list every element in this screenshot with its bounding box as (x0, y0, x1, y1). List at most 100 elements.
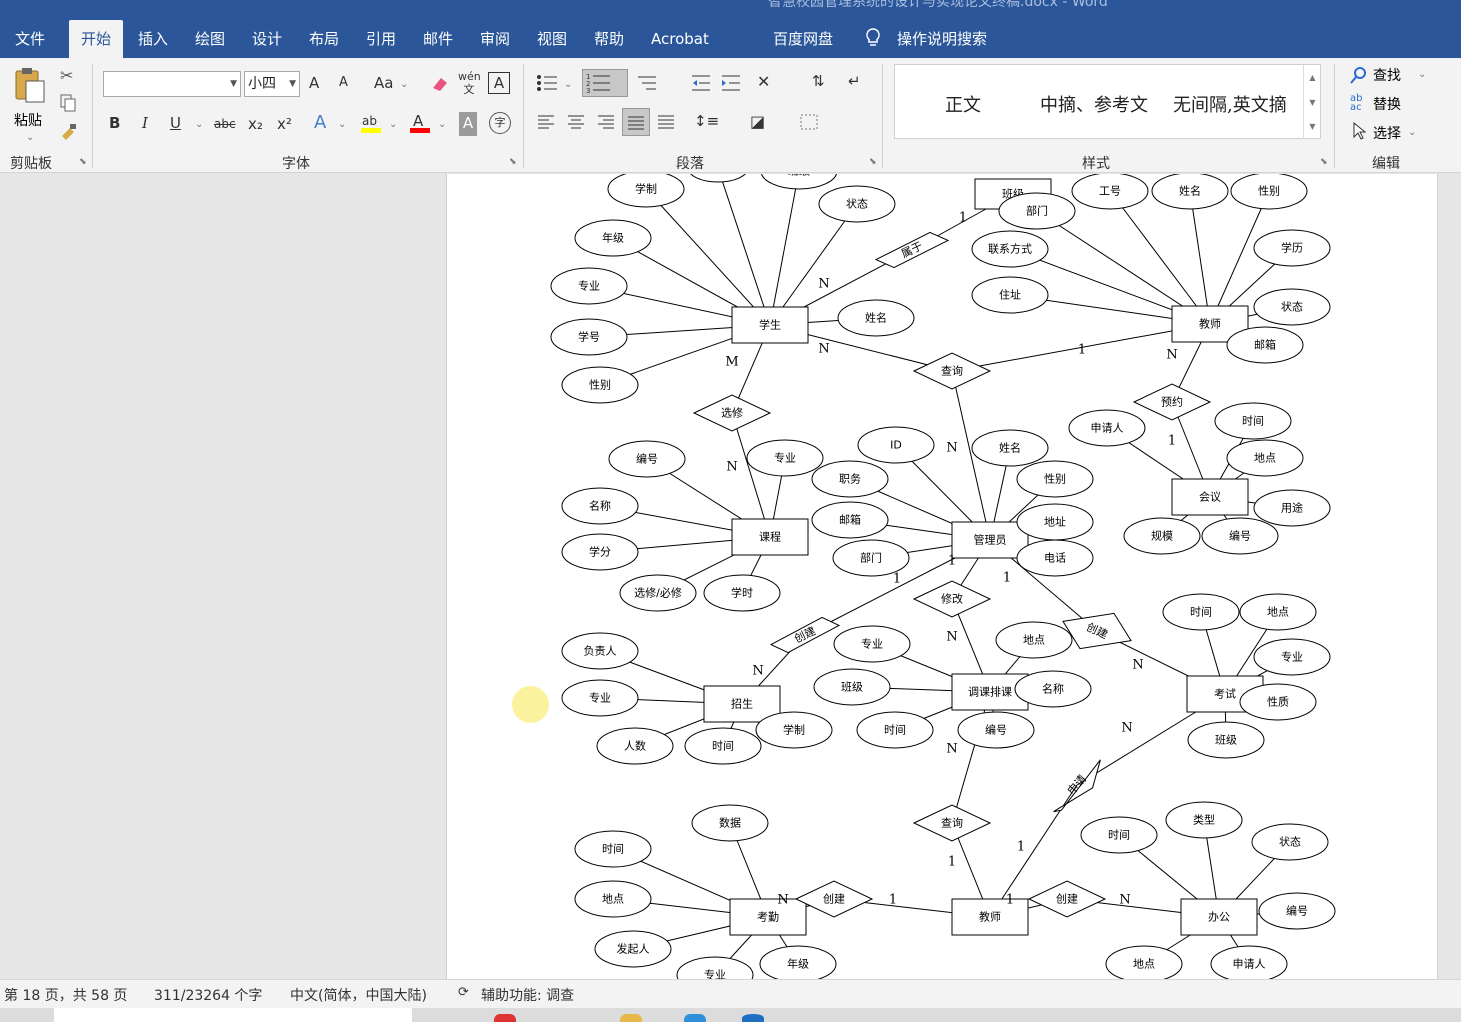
line-spacing-icon[interactable]: ↕≡ (694, 112, 719, 130)
connector-line (731, 412, 771, 538)
attribute-label: 名称 (1042, 682, 1064, 696)
borders-icon[interactable] (800, 114, 818, 134)
format-painter-icon[interactable] (60, 122, 78, 144)
chevron-down-icon: ▼ (289, 79, 296, 89)
decrease-indent-icon[interactable] (690, 74, 712, 96)
font-name-combo[interactable]: ▼ (103, 71, 241, 97)
shrink-font-button[interactable]: A (339, 72, 348, 96)
tab-draw[interactable]: 绘图 (183, 20, 237, 58)
sort-icon[interactable]: ⇅ (812, 72, 825, 90)
show-marks-icon[interactable]: ↵ (848, 72, 861, 90)
enclose-characters-button[interactable]: 字 (489, 112, 511, 134)
taskbar-app-icon[interactable] (684, 1014, 706, 1022)
taskbar-folder-icon[interactable] (620, 1014, 642, 1022)
language-indicator[interactable]: 中文(简体，中国大陆) (290, 985, 427, 1005)
page-count[interactable]: 第 18 页，共 58 页 (4, 985, 127, 1005)
style-no-spacing[interactable]: 无间隔,英文摘 (1173, 91, 1287, 117)
taskbar-app-icon[interactable] (494, 1014, 516, 1022)
grow-font-button[interactable]: A (309, 72, 319, 96)
word-count[interactable]: 311/23264 个字 (154, 985, 262, 1005)
er-attribute: 地点 (995, 621, 1073, 659)
phonetic-guide-button[interactable]: wén文 (458, 70, 481, 96)
tab-design[interactable]: 设计 (240, 20, 294, 58)
font-color-icon[interactable]: A (409, 112, 431, 138)
numbering-icon[interactable]: 123 (582, 69, 628, 97)
attribute-label: 地址 (1044, 515, 1066, 529)
superscript-button[interactable]: x² (277, 113, 292, 137)
tab-references[interactable]: 引用 (354, 20, 408, 58)
accessibility-status[interactable]: 辅助功能: 调查 (481, 985, 574, 1005)
attribute-label: 部门 (1026, 204, 1048, 218)
tab-acrobat[interactable]: Acrobat (639, 20, 721, 58)
font-launcher-icon[interactable]: ⬊ (509, 157, 517, 167)
er-attribute: 时间 (684, 727, 762, 765)
svg-text:ab: ab (362, 114, 377, 128)
tab-help[interactable]: 帮助 (582, 20, 636, 58)
tell-me-search[interactable]: 操作说明搜索 (885, 20, 999, 58)
paste-button[interactable]: 粘贴 ⌄ (8, 64, 52, 146)
attribute-label: 发起人 (617, 942, 650, 956)
copy-icon[interactable] (60, 94, 76, 116)
italic-button[interactable]: I (142, 112, 148, 136)
chinese-layout-icon[interactable]: ✕ (757, 72, 770, 91)
styles-scroll-down-icon[interactable]: ▼ (1303, 90, 1321, 115)
cardinality-label: 1 (959, 211, 967, 226)
font-size-combo[interactable]: 小四 ▼ (244, 71, 300, 97)
bullets-icon[interactable] (536, 74, 558, 96)
relationship-label: 预约 (1161, 396, 1183, 409)
er-attribute: 地点 (574, 880, 652, 918)
taskbar-browser-icon[interactable] (742, 1014, 764, 1022)
change-case-button[interactable]: Aa (374, 72, 393, 96)
cut-icon[interactable]: ✂ (60, 66, 73, 85)
tab-view[interactable]: 视图 (525, 20, 579, 58)
tab-layout[interactable]: 布局 (297, 20, 351, 58)
align-center-icon[interactable] (567, 114, 585, 134)
tab-insert[interactable]: 插入 (126, 20, 180, 58)
document-area[interactable]: 班级 学生 教师 课程 管理员 会议 招生 调课排课 考试 考勤 教师 办公 属于 查询 选修 预约 修改 创建创… (0, 174, 1461, 979)
relationship-label: 修改 (941, 592, 963, 606)
styles-launcher-icon[interactable]: ⬊ (1320, 157, 1328, 167)
increase-indent-icon[interactable] (720, 74, 742, 96)
attribute-label: 状态 (1279, 835, 1301, 849)
tab-mailings[interactable]: 邮件 (411, 20, 465, 58)
character-shading-button[interactable]: A (459, 112, 477, 136)
justify-icon[interactable] (622, 108, 650, 136)
text-effects-button[interactable]: A (314, 112, 326, 136)
styles-more-icon[interactable]: ▼ (1303, 115, 1321, 139)
style-abstract-refs[interactable]: 中摘、参考文 (1040, 91, 1148, 117)
distributed-icon[interactable] (657, 114, 675, 134)
highlight-icon[interactable]: ab (360, 112, 382, 138)
clear-formatting-icon[interactable] (430, 74, 450, 96)
er-attribute: 规模 (1123, 517, 1201, 555)
character-border-button[interactable]: A (488, 72, 510, 94)
er-attribute: 班级 (761, 174, 837, 190)
strikethrough-button[interactable]: abc (214, 113, 236, 137)
tab-baidu-netdisk[interactable]: 百度网盘 (761, 20, 845, 58)
er-attribute: 专业 (676, 956, 754, 979)
paragraph-launcher-icon[interactable]: ⬊ (869, 157, 877, 167)
taskbar-search-box[interactable] (54, 1008, 412, 1022)
find-label: 查找 (1373, 68, 1401, 84)
align-left-icon[interactable] (537, 114, 555, 134)
er-attribute: 编号 (957, 711, 1035, 749)
subscript-button[interactable]: x₂ (248, 113, 263, 137)
tab-file[interactable]: 文件 (3, 20, 57, 58)
underline-button[interactable]: U (170, 112, 181, 136)
multilevel-list-icon[interactable] (636, 74, 660, 96)
tab-review[interactable]: 审阅 (468, 20, 522, 58)
attribute-label: 性别 (1258, 184, 1280, 198)
bold-button[interactable]: B (109, 112, 120, 136)
er-entity: 考勤 (729, 898, 807, 936)
connector-line (645, 188, 771, 326)
clipboard-launcher-icon[interactable]: ⬊ (79, 157, 87, 167)
styles-group-label: 样式 (1082, 156, 1110, 172)
style-normal[interactable]: 正文 (945, 91, 981, 117)
document-page[interactable]: 班级 学生 教师 课程 管理员 会议 招生 调课排课 考试 考勤 教师 办公 属于 查询 选修 预约 修改 创建创… (446, 174, 1438, 979)
select-label: 选择 (1373, 126, 1401, 142)
attribute-label: 班级 (1215, 734, 1237, 747)
cardinality-label: N (818, 277, 829, 292)
styles-scroll-up-icon[interactable]: ▲ (1303, 65, 1321, 90)
tab-home[interactable]: 开始 (69, 20, 124, 58)
align-right-icon[interactable] (597, 114, 615, 134)
paint-bucket-icon[interactable]: ◪ (750, 112, 765, 131)
